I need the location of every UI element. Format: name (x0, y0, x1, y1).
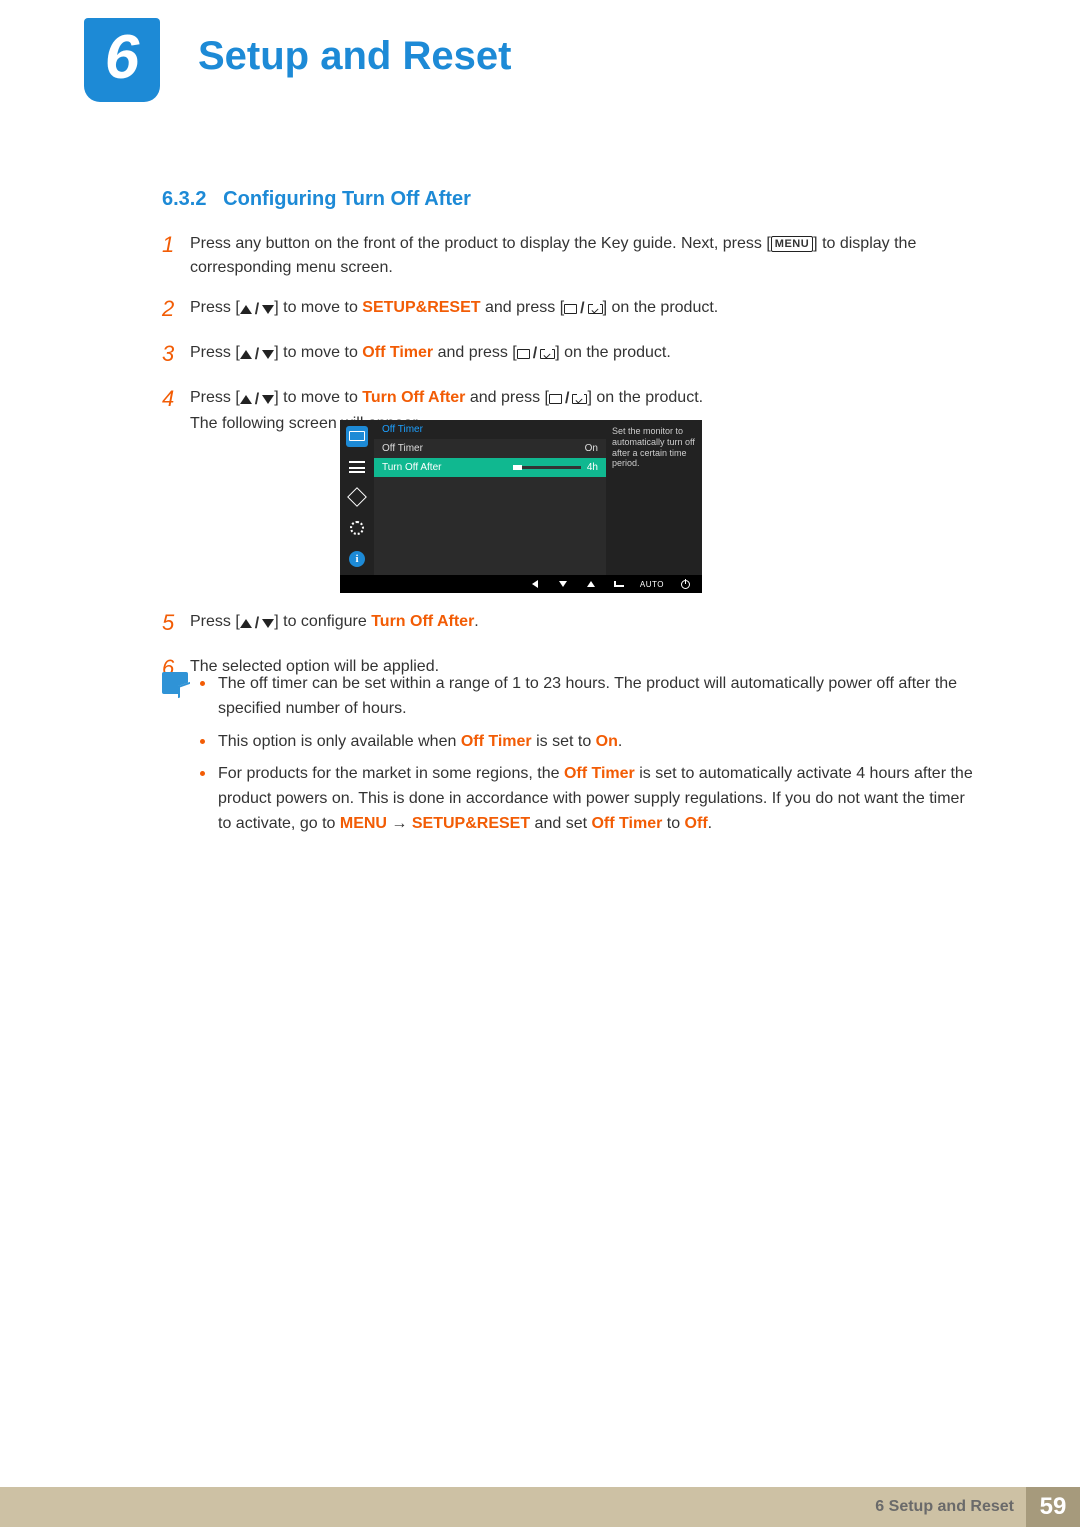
osd-tab-info-icon: i (346, 548, 368, 569)
nav-back-icon (528, 579, 542, 589)
step-number: 3 (162, 337, 190, 370)
source-enter-icon: / (564, 297, 602, 321)
nav-enter-icon (612, 579, 626, 589)
step-number: 4 (162, 382, 190, 436)
step-body: Press [/] to configure Turn Off After. (190, 606, 982, 639)
note-item: The off timer can be set within a range … (218, 672, 982, 722)
nav-auto-label: AUTO (640, 580, 664, 589)
up-down-icon: / (240, 388, 274, 412)
osd-screenshot: i Off Timer Off Timer On Turn Off After … (340, 420, 702, 593)
note-list: The off timer can be set within a range … (194, 672, 982, 845)
osd-tab-setup-icon (346, 518, 368, 539)
step-3: 3 Press [/] to move to Off Timer and pre… (162, 337, 982, 370)
step-number: 1 (162, 228, 190, 280)
footer-chapter-label: 6 Setup and Reset (875, 1498, 1014, 1516)
osd-tab-picture-icon (346, 426, 368, 447)
up-down-icon: / (240, 298, 274, 322)
note-item: This option is only available when Off T… (218, 730, 982, 755)
osd-tab-size-icon (346, 487, 368, 508)
step-number: 5 (162, 606, 190, 639)
osd-panel-title: Off Timer (374, 420, 606, 439)
section-title: Configuring Turn Off After (223, 188, 471, 210)
step-1: 1 Press any button on the front of the p… (162, 228, 982, 280)
step-2: 2 Press [/] to move to SETUP&RESET and p… (162, 292, 982, 325)
osd-slider (513, 466, 581, 469)
osd-row-off-timer: Off Timer On (374, 439, 606, 458)
osd-description: Set the monitor to automatically turn of… (606, 420, 702, 575)
page-footer: 6 Setup and Reset 59 (0, 1487, 1080, 1527)
source-enter-icon: / (549, 387, 587, 411)
step-body: Press any button on the front of the pro… (190, 228, 982, 280)
note-icon (162, 672, 194, 845)
chapter-number: 6 (84, 18, 160, 98)
step-body: Press [/] to move to Off Timer and press… (190, 337, 982, 370)
osd-tab-menu-icon (346, 457, 368, 478)
osd-navbar: AUTO (340, 575, 702, 593)
chapter-badge: 6 (84, 18, 160, 102)
osd-list: Off Timer Off Timer On Turn Off After 4h (374, 420, 606, 575)
osd-sidebar: i (340, 420, 374, 575)
note-item: For products for the market in some regi… (218, 762, 982, 836)
source-enter-icon: / (517, 342, 555, 366)
up-down-icon: / (240, 612, 274, 636)
up-down-icon: / (240, 343, 274, 367)
note-block: The off timer can be set within a range … (162, 672, 982, 845)
steps-list: 1 Press any button on the front of the p… (162, 228, 982, 448)
nav-up-icon (584, 579, 598, 589)
menu-key-icon: MENU (771, 236, 813, 252)
osd-row-turn-off-after: Turn Off After 4h (374, 458, 606, 477)
nav-power-icon (678, 579, 692, 589)
section-heading: 6.3.2 Configuring Turn Off After (162, 188, 471, 211)
step-body: Press [/] to move to SETUP&RESET and pre… (190, 292, 982, 325)
chapter-title: Setup and Reset (198, 34, 511, 79)
step-5: 5 Press [/] to configure Turn Off After. (162, 606, 982, 639)
nav-down-icon (556, 579, 570, 589)
step-number: 2 (162, 292, 190, 325)
footer-page-number: 59 (1026, 1487, 1080, 1527)
section-number: 6.3.2 (162, 188, 206, 210)
